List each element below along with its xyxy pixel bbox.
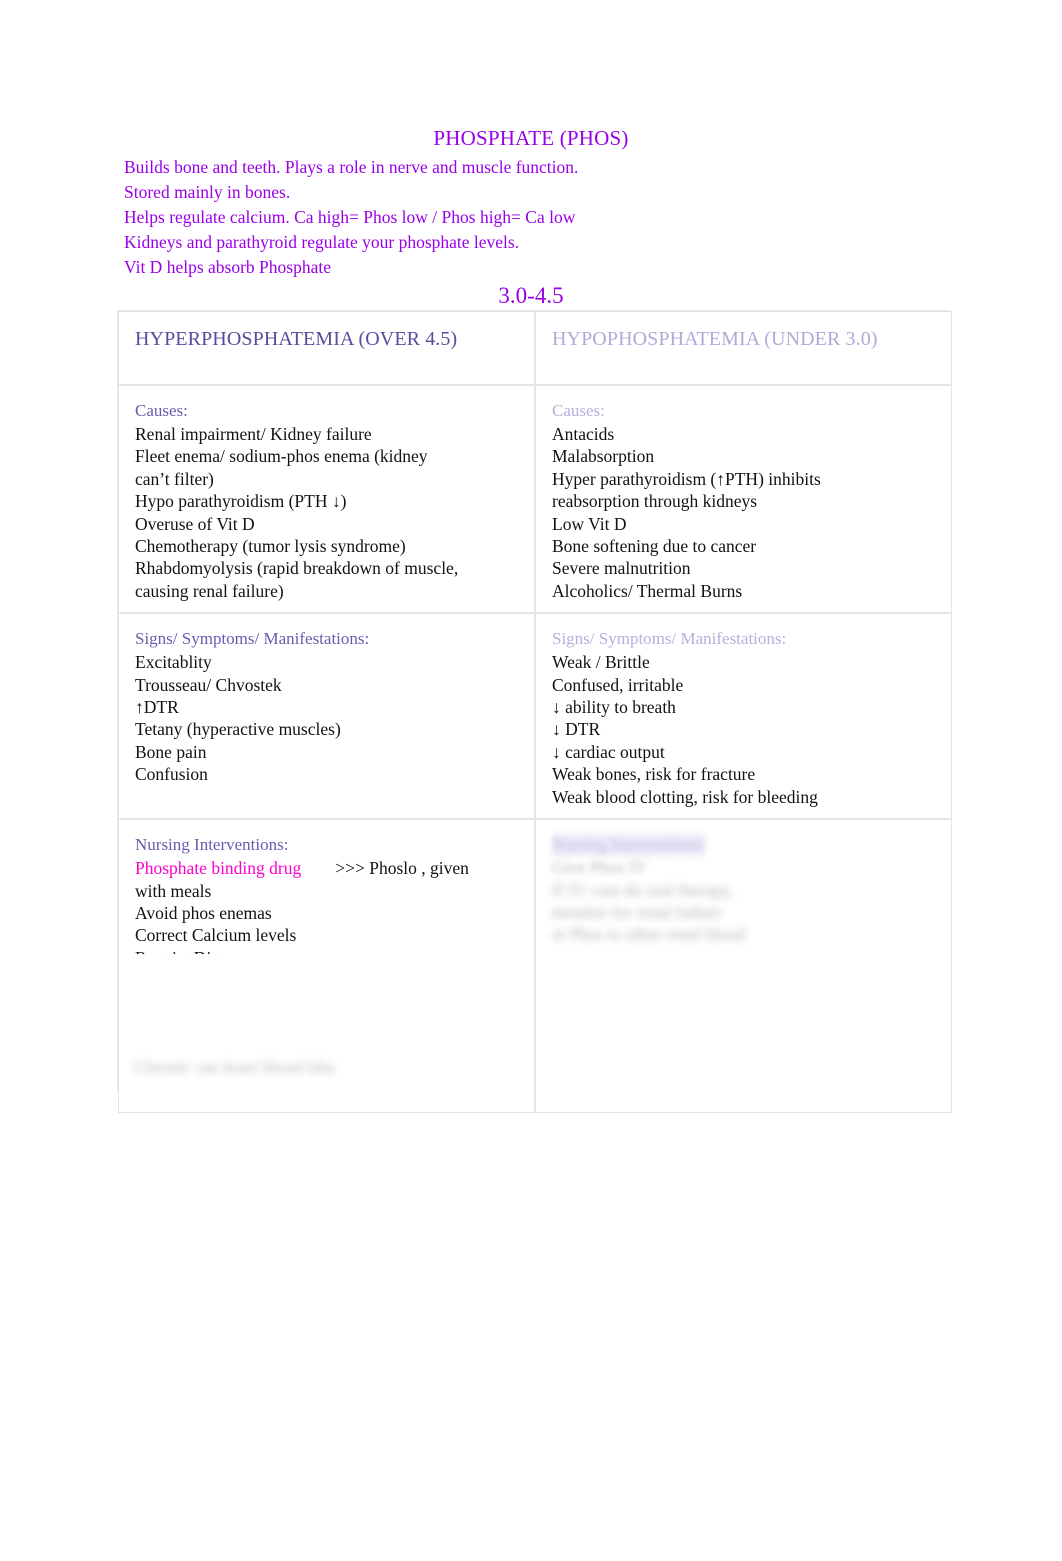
list-item: Weak / Brittle bbox=[552, 652, 650, 673]
list-item: Bone pain bbox=[135, 741, 207, 762]
list-item: Chemotherapy (tumor lysis syndrome) bbox=[135, 536, 406, 557]
hyperphosphatemia-title: HYPERPHOSPHATEMIA (OVER 4.5) bbox=[135, 328, 458, 350]
intro-line-2: Stored mainly in bones. bbox=[124, 182, 291, 202]
list-item: Excitablity bbox=[135, 652, 212, 673]
list-item: Weak bones, risk for fracture bbox=[552, 764, 756, 785]
causes-cell-hypo: Causes: Antacids Malabsorption Hyper par… bbox=[535, 385, 952, 614]
list-item: with meals bbox=[135, 880, 212, 901]
normal-range-value: 3.0-4.5 bbox=[498, 283, 564, 308]
list-item: Low Vit D bbox=[552, 513, 627, 534]
list-item: Renal impairment/ Kidney failure bbox=[135, 424, 372, 444]
redacted-list-item: Give Phos IV bbox=[552, 857, 648, 878]
redacted-interventions-label: Nursing Interventions: bbox=[552, 834, 706, 857]
comparison-table: HYPERPHOSPHATEMIA (OVER 4.5) HYPOPHOSPHA… bbox=[118, 311, 952, 1114]
signs-label-right: Signs/ Symptoms/ Manifestations: bbox=[552, 629, 787, 649]
list-item: causing renal failure) bbox=[135, 580, 284, 601]
drug-highlight-text: Phosphate binding drug bbox=[135, 858, 302, 879]
drug-rest-text: >>> Phoslo , given bbox=[335, 858, 469, 879]
intro-paragraph: Builds bone and teeth. Plays a role in n… bbox=[124, 155, 824, 280]
list-item: Malabsorption bbox=[552, 446, 655, 467]
causes-cell-hyper: Causes: Renal impairment/ Kidney failure… bbox=[118, 385, 535, 614]
redacted-list-item: at Phos to other renal blood bbox=[552, 924, 745, 945]
list-item: Confusion bbox=[135, 764, 208, 785]
redacted-list-item: monitor for renal failure bbox=[552, 901, 722, 922]
list-item: Trousseau/ Chvostek bbox=[135, 674, 282, 695]
comparison-table-wrapper: HYPERPHOSPHATEMIA (OVER 4.5) HYPOPHOSPHA… bbox=[118, 311, 952, 1114]
drug-line: Phosphate binding drug >>> Phoslo , given bbox=[135, 857, 524, 879]
list-item: Hyper parathyroidism (↑PTH) inhibits bbox=[552, 468, 821, 489]
list-item: Correct Calcium levels bbox=[135, 925, 297, 946]
intro-line-4: Kidneys and parathyroid regulate your ph… bbox=[124, 232, 520, 252]
table-row-causes: Causes: Renal impairment/ Kidney failure… bbox=[118, 385, 952, 614]
signs-label-left: Signs/ Symptoms/ Manifestations: bbox=[135, 629, 370, 649]
list-item: ↓ cardiac output bbox=[552, 741, 665, 762]
list-item: reabsorption through kidneys bbox=[552, 491, 758, 512]
redacted-list-item: If IV cant do oral therapy, bbox=[552, 879, 734, 900]
header-cell-hypophosphatemia: HYPOPHOSPHATEMIA (UNDER 3.0) bbox=[535, 311, 952, 385]
interventions-label-left: Nursing Interventions: bbox=[135, 835, 289, 855]
page-title: PHOSPHATE (PHOS) bbox=[433, 126, 629, 150]
list-item: ↓ DTR bbox=[552, 719, 601, 740]
clipped-list-item: Restrict Diet bbox=[135, 947, 524, 954]
list-item: Antacids bbox=[552, 424, 615, 444]
intro-line-3: Helps regulate calcium. Ca high= Phos lo… bbox=[124, 207, 576, 227]
list-item: Confused, irritable bbox=[552, 674, 684, 695]
list-item: Fleet enema/ sodium-phos enema (kidney bbox=[135, 446, 428, 467]
list-item: can’t filter) bbox=[135, 468, 214, 489]
intro-line-1: Builds bone and teeth. Plays a role in n… bbox=[124, 157, 579, 177]
causes-label-left: Causes: bbox=[135, 401, 188, 420]
list-item: Bone softening due to cancer bbox=[552, 536, 757, 557]
list-item: Tetany (hyperactive muscles) bbox=[135, 719, 341, 740]
intro-line-5: Vit D helps absorb Phosphate bbox=[124, 257, 331, 277]
table-header-row: HYPERPHOSPHATEMIA (OVER 4.5) HYPOPHOSPHA… bbox=[118, 311, 952, 385]
list-item: Alcoholics/ Thermal Burns bbox=[552, 580, 743, 601]
signs-cell-hypo: Signs/ Symptoms/ Manifestations: Weak / … bbox=[535, 613, 952, 820]
list-item: Avoid phos enemas bbox=[135, 902, 272, 923]
interventions-cell-hypo: Nursing Interventions: Give Phos IV If I… bbox=[535, 819, 952, 1114]
list-item: Severe malnutrition bbox=[552, 558, 691, 579]
header-cell-hyperphosphatemia: HYPERPHOSPHATEMIA (OVER 4.5) bbox=[118, 311, 535, 385]
table-row-signs: Signs/ Symptoms/ Manifestations: Excitab… bbox=[118, 613, 952, 820]
list-item: Weak blood clotting, risk for bleeding bbox=[552, 786, 818, 807]
redacted-footer-note: Chronic can heart blood labs bbox=[134, 1057, 336, 1077]
list-item: Overuse of Vit D bbox=[135, 513, 255, 534]
causes-label-right: Causes: bbox=[552, 401, 605, 420]
list-item: ↑DTR bbox=[135, 697, 179, 718]
list-item: Hypo parathyroidism (PTH ↓) bbox=[135, 491, 347, 512]
list-item: Rhabdomyolysis (rapid breakdown of muscl… bbox=[135, 558, 459, 579]
signs-cell-hyper: Signs/ Symptoms/ Manifestations: Excitab… bbox=[118, 613, 535, 820]
hypophosphatemia-title: HYPOPHOSPHATEMIA (UNDER 3.0) bbox=[552, 328, 878, 350]
list-item: ↓ ability to breath bbox=[552, 697, 676, 718]
